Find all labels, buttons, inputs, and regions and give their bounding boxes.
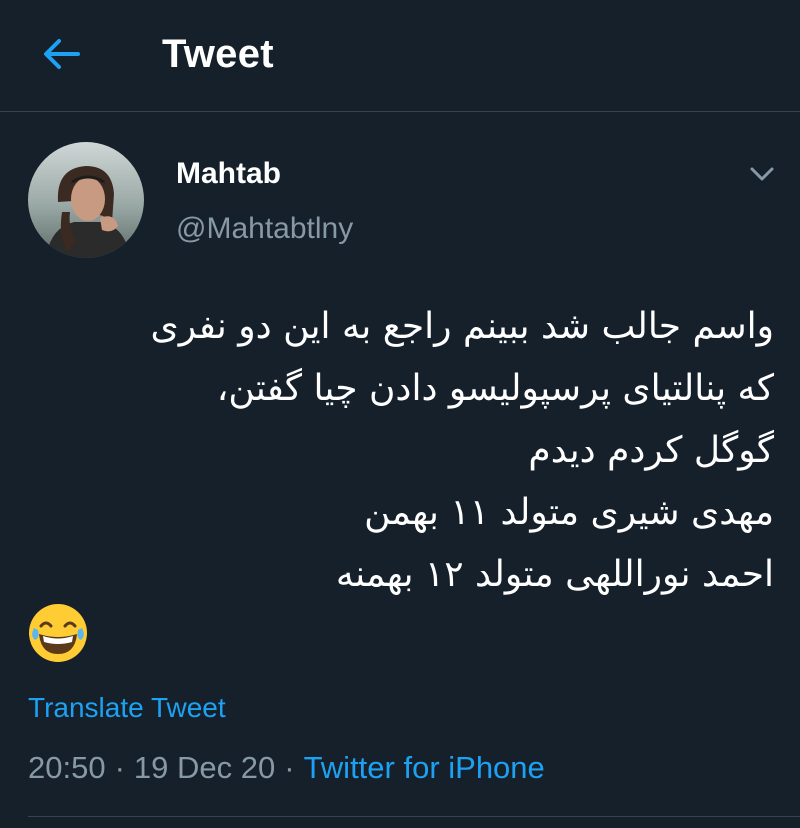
laughing-tears-emoji: [27, 602, 89, 664]
chevron-down-icon: [750, 167, 774, 181]
meta-separator: ·: [284, 750, 295, 785]
tweet-line: مهدی شیری متولد ۱۱ بهمن: [364, 492, 774, 533]
display-name[interactable]: Mahtab: [176, 156, 281, 192]
tweet-time: 20:50: [28, 750, 106, 785]
top-bar: Tweet: [0, 0, 800, 112]
page-title: Tweet: [162, 32, 274, 76]
tweet-meta: 20:50 · 19 Dec 20 · Twitter for iPhone: [28, 748, 545, 788]
avatar[interactable]: [28, 142, 144, 258]
divider: [28, 816, 800, 817]
tweet-line: گوگل کردم دیدم: [528, 430, 774, 471]
tweet-menu-button[interactable]: [744, 158, 780, 190]
avatar-photo: [28, 142, 144, 258]
tweet-date: 19 Dec 20: [133, 750, 276, 785]
arrow-left-icon: [44, 39, 80, 69]
translate-tweet-link[interactable]: Translate Tweet: [28, 690, 226, 726]
user-handle[interactable]: @Mahtabtlny: [176, 211, 353, 247]
tweet-text: واسم جالب شد ببینم راجع به این دو نفری ک…: [30, 296, 774, 606]
tweet-line: که پنالتیای پرسپولیسو دادن چیا گفتن،: [216, 368, 774, 409]
tweet-line: احمد نوراللهی متولد ۱۲ بهمنه: [335, 554, 774, 595]
meta-separator: ·: [114, 750, 125, 785]
tweet-line: واسم جالب شد ببینم راجع به این دو نفری: [150, 306, 774, 347]
back-button[interactable]: [38, 30, 86, 78]
tweet-source-link[interactable]: Twitter for iPhone: [304, 750, 545, 785]
